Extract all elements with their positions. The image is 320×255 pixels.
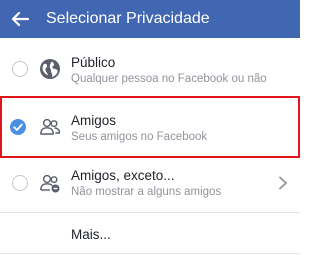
chevron-right-icon[interactable] <box>278 176 288 190</box>
globe-icon <box>40 59 60 79</box>
back-arrow-icon <box>11 11 29 27</box>
option-subtitle: Seus amigos no Facebook <box>71 131 208 143</box>
option-title: Amigos <box>71 113 117 128</box>
option-title: Mais... <box>71 227 111 242</box>
friends-icon <box>40 118 61 135</box>
divider <box>0 212 300 213</box>
friends-radio[interactable] <box>10 119 26 135</box>
option-friends[interactable]: Amigos Seus amigos no Facebook <box>0 96 300 158</box>
option-title: Público <box>71 55 116 70</box>
option-public[interactable]: Público Qualquer pessoa no Facebook ou n… <box>0 48 300 92</box>
app-header: Selecionar Privacidade <box>0 0 300 38</box>
option-subtitle: Não mostrar a alguns amigos <box>71 186 222 198</box>
option-more[interactable]: Mais... <box>0 220 300 250</box>
option-friends-except[interactable]: Amigos, exceto... Não mostrar a alguns a… <box>0 163 300 205</box>
option-subtitle: Qualquer pessoa no Facebook ou não <box>71 73 267 85</box>
friends-except-radio[interactable] <box>12 175 28 191</box>
page-title: Selecionar Privacidade <box>46 10 210 27</box>
friends-except-icon <box>40 174 60 193</box>
back-button[interactable] <box>10 9 30 29</box>
checkmark-icon <box>13 123 23 131</box>
divider <box>0 253 300 254</box>
public-radio[interactable] <box>12 61 28 77</box>
option-title: Amigos, exceto... <box>71 168 175 183</box>
